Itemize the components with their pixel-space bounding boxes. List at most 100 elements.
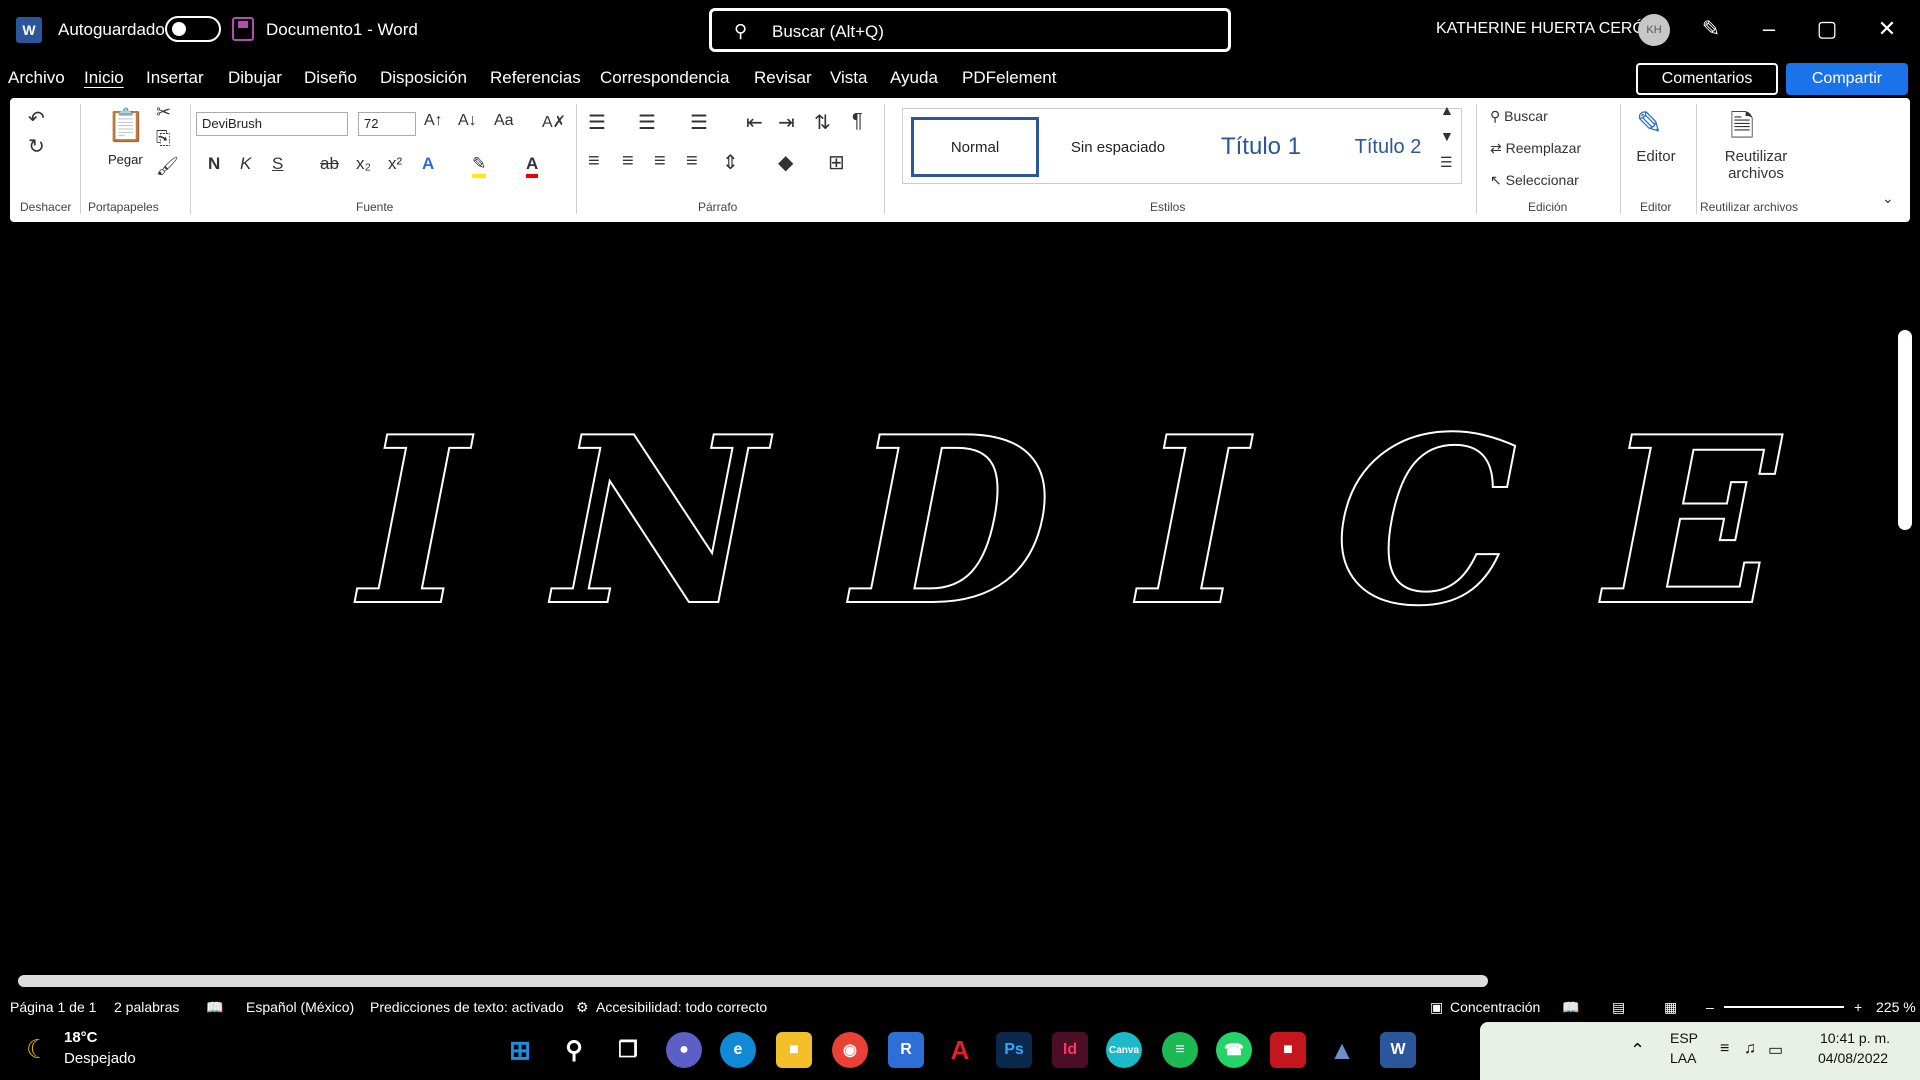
redo-icon[interactable]: ↻ — [28, 134, 45, 159]
show-marks-icon[interactable]: ¶ — [852, 110, 863, 133]
tab-revisar[interactable]: Revisar — [754, 68, 812, 88]
weather-temperature[interactable]: 18°C — [64, 1029, 98, 1046]
search-box[interactable]: ⚲ Buscar (Alt+Q) — [709, 8, 1231, 52]
subscript-icon[interactable]: x₂ — [356, 154, 371, 174]
format-painter-icon[interactable]: 🖌 — [156, 156, 179, 177]
editor-button[interactable]: Editor — [1628, 148, 1684, 165]
chat-icon[interactable]: ● — [666, 1032, 702, 1068]
r-app-icon[interactable]: R — [888, 1032, 924, 1068]
highlight-icon[interactable]: ✎ — [472, 154, 487, 178]
sort-icon[interactable]: ⇅ — [814, 110, 831, 135]
vector-app-icon[interactable]: ▲ — [1324, 1032, 1360, 1068]
acrobat-icon[interactable]: A — [942, 1032, 978, 1068]
style-normal[interactable]: Normal — [911, 117, 1039, 177]
language-bottom[interactable]: LAA — [1670, 1050, 1696, 1066]
clock-time[interactable]: 10:41 p. m. — [1820, 1030, 1890, 1046]
tab-insertar[interactable]: Insertar — [146, 68, 204, 88]
language-status[interactable]: Español (México) — [246, 999, 354, 1015]
whatsapp-icon[interactable]: ☎ — [1216, 1032, 1252, 1068]
align-left-icon[interactable]: ≡ — [588, 150, 600, 173]
task-view-icon[interactable]: ❐ — [610, 1032, 646, 1068]
save-icon[interactable] — [232, 17, 254, 41]
style-sin-espaciado[interactable]: Sin espaciado — [1049, 117, 1187, 177]
focus-mode-button[interactable]: Concentración — [1450, 999, 1540, 1015]
avatar[interactable]: KH — [1638, 14, 1670, 46]
tab-diseno[interactable]: Diseño — [304, 68, 357, 88]
vertical-scrollbar[interactable] — [1898, 330, 1912, 530]
tab-vista[interactable]: Vista — [830, 68, 868, 88]
photoshop-icon[interactable]: Ps — [996, 1032, 1032, 1068]
tab-inicio[interactable]: Inicio — [84, 68, 124, 88]
style-titulo-2[interactable]: Título 2 — [1333, 117, 1443, 177]
paste-icon[interactable]: 📋 — [106, 106, 146, 144]
close-icon[interactable]: ✕ — [1872, 14, 1902, 44]
increase-indent-icon[interactable]: ⇥ — [778, 110, 795, 135]
copy-icon[interactable]: ⎘ — [156, 128, 170, 149]
tab-dibujar[interactable]: Dibujar — [228, 68, 282, 88]
share-button[interactable]: Compartir — [1786, 63, 1908, 95]
clock-date[interactable]: 04/08/2022 — [1818, 1050, 1888, 1066]
shading-icon[interactable]: ◆ — [778, 150, 793, 175]
minimize-icon[interactable]: – — [1754, 14, 1784, 44]
underline-button[interactable]: S — [272, 154, 283, 174]
cut-icon[interactable]: ✂ — [156, 102, 171, 123]
undo-icon[interactable]: ↶ — [28, 106, 45, 131]
canva-icon[interactable]: Canva — [1106, 1032, 1142, 1068]
justify-icon[interactable]: ≡ — [686, 150, 698, 173]
paste-label[interactable]: Pegar — [108, 152, 143, 167]
language-top[interactable]: ESP — [1670, 1030, 1698, 1046]
bold-button[interactable]: N — [208, 154, 220, 174]
word-count[interactable]: 2 palabras — [114, 999, 179, 1015]
chevron-up-icon[interactable]: ⌃ — [1630, 1040, 1645, 1061]
accessibility-status[interactable]: Accesibilidad: todo correcto — [596, 999, 767, 1015]
zoom-slider[interactable] — [1724, 1006, 1844, 1008]
borders-icon[interactable]: ⊞ — [828, 150, 845, 175]
file-explorer-icon[interactable]: ■ — [776, 1032, 812, 1068]
font-name-select[interactable]: DeviBrush — [196, 112, 348, 136]
indesign-icon[interactable]: Id — [1052, 1032, 1088, 1068]
comments-button[interactable]: Comentarios — [1636, 63, 1778, 95]
weather-description[interactable]: Despejado — [64, 1050, 136, 1067]
tab-pdfelement[interactable]: PDFelement — [962, 68, 1056, 88]
collapse-ribbon-icon[interactable]: ⌄ — [1882, 190, 1894, 207]
wifi-icon[interactable]: ≡ — [1720, 1040, 1729, 1058]
superscript-icon[interactable]: x² — [388, 154, 402, 174]
change-case-icon[interactable]: Aa — [494, 112, 514, 130]
user-name[interactable]: KATHERINE HUERTA CERÓN — [1436, 20, 1656, 38]
clear-format-icon[interactable]: A✗ — [542, 112, 566, 132]
tab-archivo[interactable]: Archivo — [8, 68, 65, 88]
start-icon[interactable]: ⊞ — [502, 1032, 538, 1068]
italic-button[interactable]: K — [240, 154, 251, 174]
numbering-icon[interactable]: ☰ — [638, 110, 656, 135]
pen-icon[interactable]: ✎ — [1696, 14, 1726, 44]
tab-disposicion[interactable]: Disposición — [380, 68, 467, 88]
style-titulo-1[interactable]: Título 1 — [1197, 117, 1325, 177]
tab-referencias[interactable]: Referencias — [490, 68, 581, 88]
read-mode-icon[interactable]: 📖 — [1562, 999, 1579, 1016]
styles-more-icon[interactable]: ☰ — [1440, 154, 1453, 171]
replace-button[interactable]: ⇄ Reemplazar — [1490, 140, 1581, 157]
zoom-out-icon[interactable]: – — [1706, 999, 1714, 1015]
font-size-select[interactable]: 72 — [358, 112, 416, 136]
text-effects-icon[interactable]: A — [422, 154, 434, 174]
zoom-in-icon[interactable]: + — [1854, 999, 1862, 1015]
multilevel-list-icon[interactable]: ☰ — [690, 110, 708, 135]
strikethrough-icon[interactable]: ab — [320, 154, 339, 174]
font-color-icon[interactable]: A — [526, 154, 539, 178]
horizontal-scrollbar[interactable] — [18, 975, 1488, 987]
grow-font-icon[interactable]: A↑ — [424, 112, 443, 130]
spotify-icon[interactable]: ≡ — [1162, 1032, 1198, 1068]
zoom-level[interactable]: 225 % — [1876, 999, 1916, 1015]
pdf-app-icon[interactable]: ■ — [1270, 1032, 1306, 1068]
battery-icon[interactable]: ▭ — [1768, 1040, 1783, 1060]
align-center-icon[interactable]: ≡ — [622, 150, 634, 173]
tab-ayuda[interactable]: Ayuda — [890, 68, 938, 88]
web-layout-icon[interactable]: ▦ — [1664, 999, 1677, 1016]
styles-down-icon[interactable]: ▼ — [1440, 128, 1454, 144]
bullets-icon[interactable]: ☰ — [588, 110, 606, 135]
select-button[interactable]: ↖ Seleccionar — [1490, 172, 1579, 189]
text-predictions-status[interactable]: Predicciones de texto: activado — [370, 999, 564, 1015]
page-count[interactable]: Página 1 de 1 — [10, 999, 96, 1015]
autosave-toggle[interactable] — [165, 16, 221, 42]
styles-up-icon[interactable]: ▲ — [1440, 102, 1454, 118]
